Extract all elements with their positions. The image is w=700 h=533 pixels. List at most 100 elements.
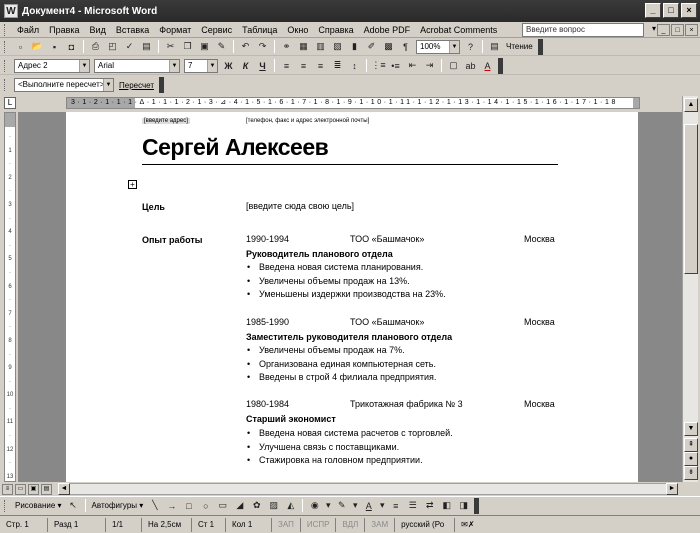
document-page[interactable]: [введите адрес] [телефон, факс и адрес э… — [66, 112, 638, 482]
doc-restore-button[interactable]: □ — [671, 24, 684, 36]
line-style-icon[interactable]: ≡ — [388, 499, 403, 513]
drawing-icon[interactable]: ✐ — [364, 40, 379, 54]
menu-help[interactable]: Справка — [313, 22, 358, 38]
word-app-icon[interactable]: W — [4, 4, 18, 18]
list-item[interactable]: Улучшена связь с поставщиками. — [246, 441, 453, 455]
align-left-icon[interactable]: ≡ — [279, 59, 294, 73]
list-item[interactable]: Стажировка на головном предприятии. — [246, 454, 453, 468]
justify-icon[interactable]: ≣ — [330, 59, 345, 73]
toolbar-grip[interactable] — [4, 40, 8, 53]
open-icon[interactable]: 📂 — [30, 40, 45, 54]
numbered-list-icon[interactable]: ⋮≡ — [371, 59, 386, 73]
reading-mode-button[interactable]: Чтение — [503, 42, 536, 51]
horizontal-scrollbar[interactable]: ◄ ► — [58, 483, 678, 495]
rectangle-tool-icon[interactable]: □ — [181, 499, 196, 513]
objective-placeholder[interactable]: [введите сюда свою цель] — [246, 201, 354, 211]
list-item[interactable]: Введена новая система расчетов с торговл… — [246, 427, 453, 441]
job-years[interactable]: 1980-1984 — [246, 399, 289, 409]
list-item[interactable]: Увеличены объемы продаж на 13%. — [246, 275, 446, 289]
align-center-icon[interactable]: ≡ — [296, 59, 311, 73]
arrow-style-icon[interactable]: ⇄ — [422, 499, 437, 513]
tables-borders-icon[interactable]: ▦ — [296, 40, 311, 54]
redo-icon[interactable]: ↷ — [255, 40, 270, 54]
doc-minimize-button[interactable]: _ — [657, 24, 670, 36]
normal-view-icon[interactable]: ≡ — [2, 483, 13, 495]
address-placeholder[interactable]: [введите адрес] — [142, 118, 190, 124]
select-browse-object-icon[interactable]: ● — [684, 452, 698, 466]
print-icon[interactable]: ⎙ — [88, 40, 103, 54]
menu-edit[interactable]: Правка — [44, 22, 84, 38]
insert-table-icon[interactable]: ▥ — [313, 40, 328, 54]
menu-acrobat-comments[interactable]: Acrobat Comments — [415, 22, 502, 38]
select-pointer-icon[interactable]: ↖ — [66, 499, 81, 513]
vertical-scrollbar[interactable]: ▲ ▼ ⇞ ● ⇟ — [682, 96, 698, 482]
chevron-down-icon[interactable]: ▾ — [324, 499, 332, 513]
maximize-button[interactable]: □ — [663, 3, 679, 18]
job-years[interactable]: 1990-1994 — [246, 234, 289, 244]
show-marks-icon[interactable]: ¶ — [398, 40, 413, 54]
doc-map-icon[interactable]: ▩ — [381, 40, 396, 54]
status-record-macro[interactable]: ЗАП — [272, 517, 301, 532]
hyperlink-icon[interactable]: ⚭ — [279, 40, 294, 54]
chevron-down-icon[interactable]: ▼ — [79, 59, 89, 72]
help-question-input[interactable]: Введите вопрос — [522, 23, 644, 37]
menu-file[interactable]: Файл — [12, 22, 44, 38]
permission-icon[interactable]: ◘ — [64, 40, 79, 54]
save-icon[interactable]: ▪ — [47, 40, 62, 54]
oval-tool-icon[interactable]: ○ — [198, 499, 213, 513]
list-item[interactable]: Организована единая компьютерная сеть. — [246, 358, 436, 372]
toolbar-grip[interactable] — [4, 79, 8, 91]
font-color-icon[interactable]: A — [480, 59, 495, 73]
bold-button[interactable]: Ж — [221, 59, 236, 73]
font-select[interactable]: Arial ▼ — [94, 58, 180, 73]
textbox-tool-icon[interactable]: ▭ — [215, 499, 230, 513]
3d-style-icon[interactable]: ◨ — [456, 499, 471, 513]
job-years[interactable]: 1985-1990 — [246, 317, 289, 327]
help-icon[interactable]: ? — [463, 40, 478, 54]
diagram-icon[interactable]: ✿ — [249, 499, 264, 513]
new-doc-icon[interactable]: ▫ — [13, 40, 28, 54]
scroll-left-icon[interactable]: ◄ — [58, 483, 70, 495]
vertical-ruler[interactable]: · 1 · 2 · 3 · 4 · 5 · 6 · 7 · 8 · 9 · 10… — [4, 112, 16, 482]
toolbar-options-icon[interactable] — [498, 57, 503, 74]
chevron-down-icon[interactable]: ▼ — [169, 59, 179, 72]
table-move-handle-icon[interactable]: + — [128, 180, 137, 189]
menu-adobe-pdf[interactable]: Adobe PDF — [359, 22, 416, 38]
web-view-icon[interactable]: ▭ — [15, 483, 26, 495]
menu-view[interactable]: Вид — [85, 22, 111, 38]
increase-indent-icon[interactable]: ⇥ — [422, 59, 437, 73]
horizontal-ruler[interactable]: 3·1·2·1·1·1·Δ·1·1·1·2·1·3·⊿·4·1·5·1·6·1·… — [66, 97, 640, 109]
job-city[interactable]: Москва — [524, 234, 555, 244]
scroll-right-icon[interactable]: ► — [666, 483, 678, 495]
italic-button[interactable]: К — [238, 59, 253, 73]
scroll-up-icon[interactable]: ▲ — [684, 98, 698, 112]
status-overtype[interactable]: ЗАМ — [365, 517, 396, 532]
columns-icon[interactable]: ▮ — [347, 40, 362, 54]
doc-close-button[interactable]: × — [685, 24, 698, 36]
next-page-icon[interactable]: ⇟ — [684, 466, 698, 480]
picture-icon[interactable]: ◭ — [283, 499, 298, 513]
fill-color-icon[interactable]: ◉ — [307, 499, 322, 513]
arrow-tool-icon[interactable]: → — [164, 499, 179, 513]
format-painter-icon[interactable]: ✎ — [214, 40, 229, 54]
outline-view-icon[interactable]: ▤ — [41, 483, 52, 495]
bulleted-list-icon[interactable]: •≡ — [388, 59, 403, 73]
job-position[interactable]: Руководитель планового отдела — [246, 249, 393, 259]
job-company[interactable]: Трикотажная фабрика № 3 — [350, 399, 463, 409]
menu-insert[interactable]: Вставка — [111, 22, 154, 38]
resume-name[interactable]: Сергей Алексеев — [142, 134, 329, 161]
wordart-icon[interactable]: ◢ — [232, 499, 247, 513]
status-language[interactable]: русский (Ро — [395, 517, 456, 532]
font-color-icon[interactable]: A — [361, 499, 376, 513]
chevron-down-icon[interactable]: ▾ — [351, 499, 359, 513]
align-right-icon[interactable]: ≡ — [313, 59, 328, 73]
list-item[interactable]: Введена новая система планирования. — [246, 261, 446, 275]
job-company[interactable]: ТОО «Башмачок» — [350, 234, 424, 244]
cut-icon[interactable]: ✂ — [163, 40, 178, 54]
insert-excel-icon[interactable]: ▧ — [330, 40, 345, 54]
help-dropdown-arrow[interactable]: ▾ — [652, 24, 656, 33]
decrease-indent-icon[interactable]: ⇤ — [405, 59, 420, 73]
line-tool-icon[interactable]: ╲ — [147, 499, 162, 513]
research-icon[interactable]: ▤ — [139, 40, 154, 54]
toolbar-options-icon[interactable] — [537, 38, 543, 55]
